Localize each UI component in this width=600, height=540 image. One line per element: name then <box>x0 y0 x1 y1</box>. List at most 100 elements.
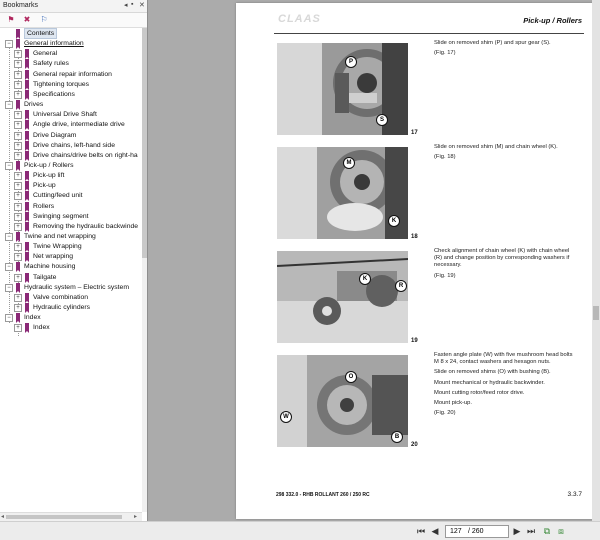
expand-toggle-icon[interactable]: + <box>14 172 22 181</box>
bookmark-item[interactable]: + Cutting/feed unit <box>0 191 142 202</box>
expand-toggle-icon[interactable]: + <box>14 121 22 130</box>
expand-toggle-icon[interactable]: + <box>14 192 22 201</box>
bookmark-icon <box>25 79 29 90</box>
expand-bookmark-icon[interactable]: ⚐ <box>38 14 50 25</box>
bookmark-item[interactable]: + Removing the hydraulic backwinde <box>0 221 142 232</box>
callout-P: P <box>345 56 357 68</box>
header-rule <box>274 33 584 34</box>
bookmark-item[interactable]: + General <box>0 49 142 60</box>
bookmark-label: Index <box>33 324 50 332</box>
page-number-field[interactable]: 127 / 260 <box>445 525 509 538</box>
bookmark-item[interactable]: + Valve combination <box>0 292 142 303</box>
current-page-input[interactable]: 127 <box>450 526 462 537</box>
bookmark-item[interactable]: + General repair information <box>0 69 142 80</box>
bookmark-item[interactable]: + Swinging segment <box>0 211 142 222</box>
bookmark-item[interactable]: − Drives <box>0 100 142 111</box>
expand-toggle-icon[interactable]: + <box>14 304 22 313</box>
bookmark-item[interactable]: + Safety rules <box>0 59 142 70</box>
collapse-toggle-icon[interactable]: − <box>5 161 13 170</box>
expand-toggle-icon[interactable]: + <box>14 293 22 302</box>
expand-toggle-icon[interactable]: + <box>14 131 22 140</box>
expand-toggle-icon[interactable]: + <box>14 141 22 150</box>
bookmark-icon <box>25 272 29 283</box>
caption-line: (Fig. 19) <box>434 272 456 279</box>
previous-page-icon[interactable]: ◀ <box>430 525 440 537</box>
bookmark-item[interactable]: + Index <box>0 323 142 334</box>
collapse-toggle-icon[interactable]: − <box>5 101 13 110</box>
bookmark-item[interactable]: + Twine Wrapping <box>0 242 142 253</box>
expand-toggle-icon[interactable]: + <box>14 60 22 69</box>
collapse-toggle-icon[interactable]: − <box>5 263 13 272</box>
caption-line: Fasten angle plate (W) with five mushroo… <box>434 352 573 366</box>
bookmarks-horizontal-scrollbar[interactable]: ◂ ▸ <box>0 512 142 521</box>
fit-page-icon[interactable]: ⧉ <box>542 525 552 537</box>
expand-toggle-icon[interactable]: + <box>14 111 22 120</box>
bookmark-item[interactable]: + Drive chains/drive belts on right-ha <box>0 150 142 161</box>
bookmark-item[interactable]: + Pick-up lift <box>0 171 142 182</box>
document-vertical-scrollbar[interactable] <box>592 0 600 521</box>
bookmark-icon <box>25 201 29 212</box>
bookmark-label: Net wrapping <box>33 253 74 261</box>
expand-toggle-icon[interactable]: + <box>14 90 22 99</box>
next-page-icon[interactable]: ▶ <box>512 525 522 537</box>
bookmark-item[interactable]: + Universal Drive Shaft <box>0 110 142 121</box>
bookmark-icon <box>25 130 29 141</box>
collapse-toggle-icon[interactable]: − <box>5 233 13 241</box>
bookmark-item[interactable]: + Angle drive, intermediate drive <box>0 120 142 131</box>
panel-menu-icon[interactable]: ◂ <box>124 1 128 9</box>
bookmark-label: Contents <box>24 28 58 39</box>
bookmark-icon <box>25 323 29 334</box>
panel-close-icon[interactable]: ✕ <box>139 1 145 9</box>
bookmark-label: Swinging segment <box>33 212 89 220</box>
bookmark-label: Pick-up / Rollers <box>24 161 74 169</box>
bookmark-item[interactable]: − Hydraulic system – Electric system <box>0 282 142 293</box>
bookmark-item[interactable]: − Twine and net wrapping <box>0 232 142 242</box>
first-page-icon[interactable]: ⏮ <box>416 525 426 537</box>
expand-toggle-icon[interactable]: + <box>14 50 22 59</box>
expand-toggle-icon[interactable]: + <box>14 222 22 231</box>
bookmark-item[interactable]: + Tailgate <box>0 272 142 283</box>
expand-toggle-icon[interactable]: + <box>14 182 22 191</box>
bookmarks-vertical-scrollbar[interactable] <box>142 28 147 512</box>
panel-float-icon[interactable]: ▪ <box>131 1 133 8</box>
bookmark-label: General information <box>24 40 84 48</box>
callout-O: O <box>345 371 357 383</box>
bookmark-item[interactable]: + Net wrapping <box>0 252 142 263</box>
expand-toggle-icon[interactable]: + <box>14 80 22 89</box>
bookmark-item[interactable]: + Rollers <box>0 201 142 212</box>
last-page-icon[interactable]: ⏭ <box>526 525 536 537</box>
bookmark-item[interactable]: − Machine housing <box>0 262 142 273</box>
expand-toggle-icon[interactable]: + <box>14 273 22 282</box>
collapse-toggle-icon[interactable]: − <box>5 40 13 49</box>
bookmark-item[interactable]: − Index <box>0 313 142 324</box>
expand-toggle-icon[interactable]: + <box>14 212 22 221</box>
collapse-toggle-icon[interactable]: − <box>5 283 13 292</box>
expand-toggle-icon[interactable]: + <box>14 243 22 252</box>
collapse-toggle-icon[interactable]: − <box>5 314 13 323</box>
bookmark-icon <box>25 292 29 303</box>
bookmark-item[interactable]: + Specifications <box>0 89 142 100</box>
bookmarks-toolbar: ⚑ ✖ ⚐ <box>0 13 147 28</box>
bookmark-item[interactable]: Contents <box>0 28 142 39</box>
fit-width-icon[interactable]: ⧈ <box>556 525 566 537</box>
expand-toggle-icon[interactable]: + <box>14 253 22 262</box>
bookmark-item[interactable]: − Pick-up / Rollers <box>0 160 142 171</box>
delete-bookmark-icon[interactable]: ✖ <box>21 14 33 25</box>
expand-toggle-icon[interactable]: + <box>14 151 22 160</box>
bookmark-item[interactable]: − General information <box>0 39 142 50</box>
bookmark-label: Hydraulic cylinders <box>33 304 91 312</box>
callout-S: S <box>376 114 388 126</box>
bookmark-item[interactable]: + Hydraulic cylinders <box>0 303 142 314</box>
bookmark-item[interactable]: + Drive chains, left-hand side <box>0 140 142 151</box>
expand-toggle-icon[interactable]: + <box>14 202 22 211</box>
expand-toggle-icon[interactable]: + <box>14 324 22 333</box>
bookmark-icon <box>25 191 29 202</box>
bookmark-icon <box>25 303 29 314</box>
new-bookmark-icon[interactable]: ⚑ <box>5 14 17 25</box>
expand-toggle-icon[interactable]: + <box>14 70 22 79</box>
bookmark-item[interactable]: + Tightening torques <box>0 79 142 90</box>
bookmark-item[interactable]: + Pick-up <box>0 181 142 192</box>
bookmark-item[interactable]: + Drive Diagram <box>0 130 142 141</box>
bookmark-label: Removing the hydraulic backwinde <box>33 222 139 230</box>
bookmark-label: General repair information <box>33 70 112 78</box>
